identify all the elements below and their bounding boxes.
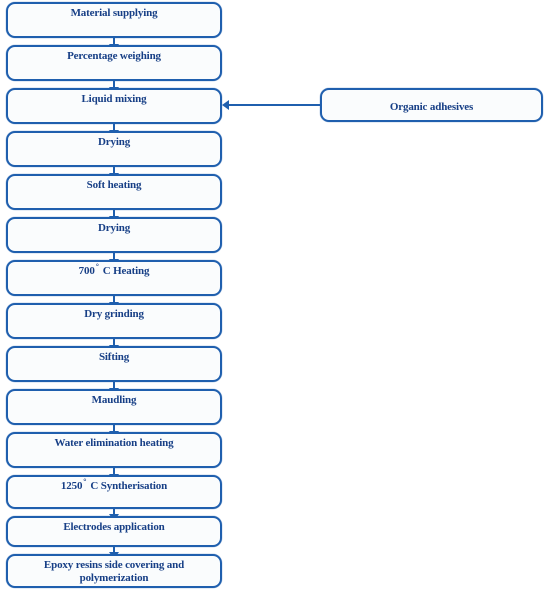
- temperature-value: 700: [78, 265, 95, 277]
- flow-node-sifting[interactable]: Sifting: [6, 346, 222, 382]
- temperature-unit-label: C Syntherisation: [90, 480, 168, 492]
- flow-node-organic-adhesives[interactable]: Organic adhesives: [320, 88, 543, 122]
- flow-node-drying-1[interactable]: Drying: [6, 131, 222, 167]
- flow-node-700c-heating[interactable]: 700° C Heating: [6, 260, 222, 296]
- flow-node-label: Dry grinding: [84, 308, 144, 320]
- flow-node-material-supplying[interactable]: Material supplying: [6, 2, 222, 38]
- flow-node-label: Water elimination heating: [54, 437, 174, 449]
- process-flowchart: Material supplying Percentage weighing L…: [0, 0, 550, 592]
- flow-node-water-elimination-heating[interactable]: Water elimination heating: [6, 432, 222, 468]
- flow-node-percentage-weighing[interactable]: Percentage weighing: [6, 45, 222, 81]
- flow-node-soft-heating[interactable]: Soft heating: [6, 174, 222, 210]
- flow-node-label: Drying: [97, 222, 131, 234]
- flow-node-label: 700° C Heating: [8, 262, 220, 278]
- flow-node-label: Electrodes application: [63, 521, 165, 533]
- flow-node-label: Maudling: [91, 394, 137, 406]
- temperature-value: 1250: [60, 480, 83, 492]
- flow-node-label: Sifting: [98, 351, 130, 363]
- flow-node-label: Epoxy resins side covering and polymeriz…: [43, 559, 185, 584]
- flow-node-label: Material supplying: [70, 7, 158, 19]
- flow-node-liquid-mixing[interactable]: Liquid mixing: [6, 88, 222, 124]
- flow-node-epoxy-resins[interactable]: Epoxy resins side covering and polymeriz…: [6, 554, 222, 588]
- connector-organic-adhesives-to-liquid-mixing: [229, 104, 321, 106]
- flow-node-maudling[interactable]: Maudling: [6, 389, 222, 425]
- temperature-unit-label: C Heating: [102, 265, 150, 277]
- flow-node-label: Soft heating: [86, 179, 142, 191]
- flow-node-label: Percentage weighing: [67, 50, 161, 62]
- flow-node-label: 1250° C Syntherisation: [8, 478, 220, 493]
- flow-node-label: Drying: [97, 136, 131, 148]
- arrowhead-left: [222, 100, 229, 110]
- flow-node-label: Liquid mixing: [81, 93, 147, 105]
- flow-node-dry-grinding[interactable]: Dry grinding: [6, 303, 222, 339]
- flow-node-electrodes-application[interactable]: Electrodes application: [6, 516, 222, 547]
- degree-icon: °: [95, 262, 99, 272]
- flow-node-1250c-syntherisation[interactable]: 1250° C Syntherisation: [6, 475, 222, 509]
- flow-node-label: Organic adhesives: [389, 101, 474, 113]
- flow-node-drying-2[interactable]: Drying: [6, 217, 222, 253]
